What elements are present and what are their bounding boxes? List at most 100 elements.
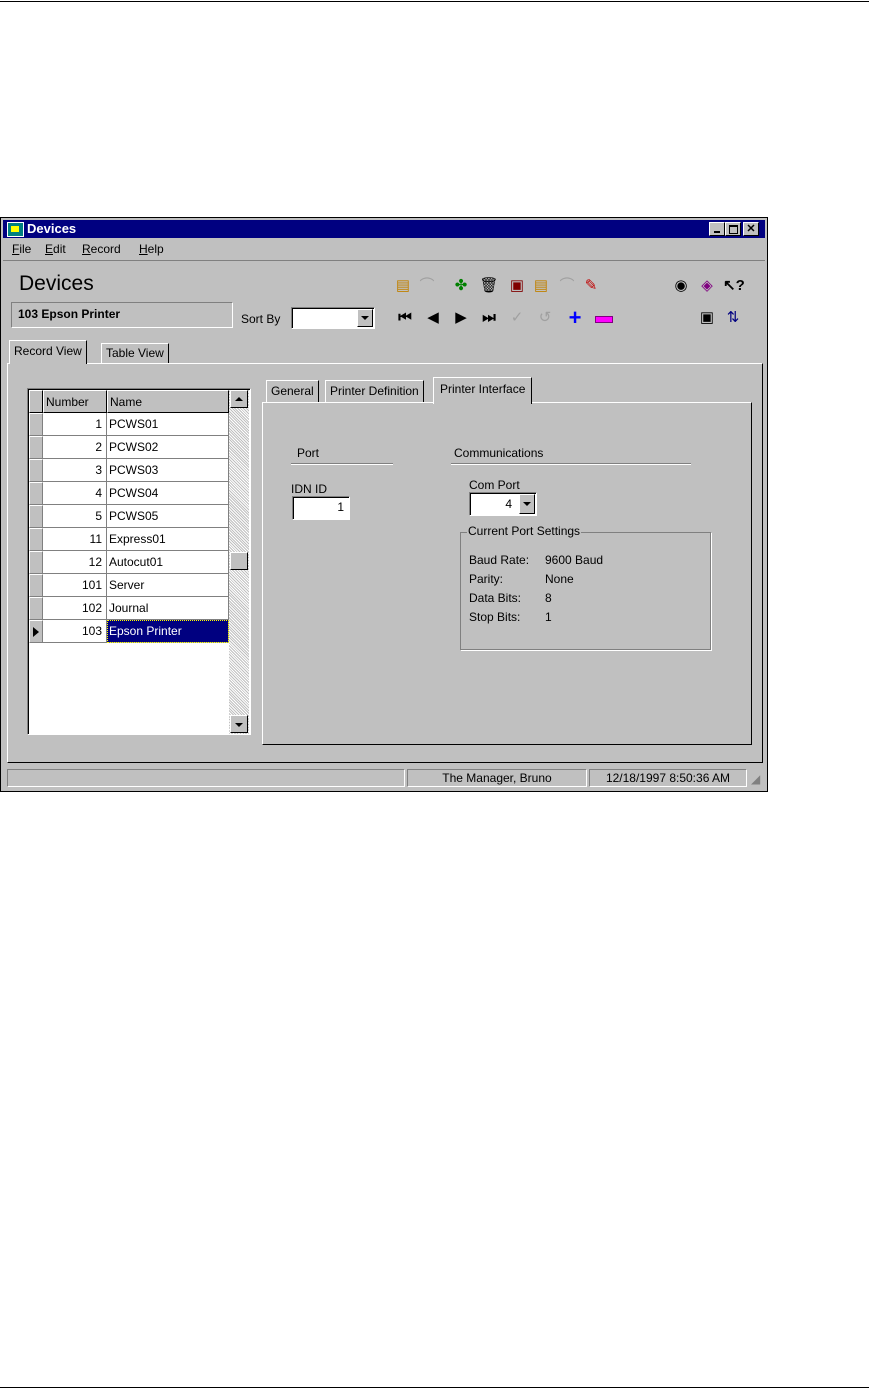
scroll-up-icon (235, 397, 243, 401)
add-record-icon[interactable]: + (565, 307, 585, 329)
row-selector[interactable] (29, 528, 43, 551)
cell-number[interactable]: 1 (43, 413, 107, 436)
menu-help[interactable]: Help (139, 242, 164, 256)
scroll-thumb[interactable] (230, 552, 248, 570)
column-header-number[interactable]: Number (43, 390, 107, 413)
undo-edit-icon[interactable]: ⌒ (557, 276, 577, 296)
top-page-rule (0, 1, 869, 2)
cell-number[interactable]: 103 (43, 620, 107, 643)
sort-by-dropdown-button[interactable] (357, 309, 373, 327)
idn-id-label: IDN ID (291, 482, 327, 496)
row-selector[interactable] (29, 436, 43, 459)
tab-record-view[interactable]: Record View (9, 340, 87, 364)
screen-icon[interactable]: ▣ (697, 308, 717, 328)
com-port-dropdown-button[interactable] (519, 494, 535, 514)
status-panel-user: The Manager, Bruno (407, 769, 587, 787)
row-selector[interactable] (29, 413, 43, 436)
remove-bar (595, 316, 613, 323)
column-header-name[interactable]: Name (107, 390, 229, 413)
current-row-arrow-icon (33, 627, 39, 637)
resize-grip-icon[interactable]: ◢ (751, 773, 763, 785)
menu-edit[interactable]: Edit (45, 242, 66, 256)
first-record-icon[interactable]: ⏮ (395, 308, 415, 328)
cell-name[interactable]: PCWS05 (107, 505, 229, 528)
communications-section-label: Communications (454, 446, 544, 460)
scroll-up-button[interactable] (230, 390, 248, 408)
cell-number[interactable]: 5 (43, 505, 107, 528)
minimize-icon (714, 231, 720, 233)
app-icon (7, 222, 24, 237)
new-record-icon[interactable]: ▤ (393, 276, 413, 296)
cell-number[interactable]: 11 (43, 528, 107, 551)
cell-name[interactable]: Autocut01 (107, 551, 229, 574)
cell-number[interactable]: 101 (43, 574, 107, 597)
next-record-icon[interactable]: ▶ (451, 308, 471, 328)
status-panel-datetime: 12/18/1997 8:50:36 AM (589, 769, 747, 787)
menu-file[interactable]: File (12, 242, 31, 256)
idn-id-input[interactable]: 1 (292, 496, 350, 520)
minimize-button[interactable] (709, 222, 725, 236)
cell-name[interactable]: Journal (107, 597, 229, 620)
row-selector[interactable] (29, 551, 43, 574)
tab-printer-interface[interactable]: Printer Interface (433, 377, 533, 404)
row-selector[interactable] (29, 505, 43, 528)
cell-number[interactable]: 12 (43, 551, 107, 574)
paste-record-icon[interactable]: ▤ (531, 276, 551, 296)
status-panel-message (7, 769, 405, 787)
help-pointer-icon[interactable]: ↖? (723, 276, 745, 296)
cell-name[interactable]: Epson Printer (107, 620, 229, 643)
remove-record-icon[interactable] (593, 308, 613, 328)
cell-name[interactable]: PCWS01 (107, 413, 229, 436)
stop-bits-value: 1 (545, 610, 552, 624)
row-selector[interactable] (29, 459, 43, 482)
clipboard-icon[interactable]: ▣ (507, 276, 527, 296)
last-record-icon[interactable]: ⏭ (479, 308, 499, 328)
cell-number[interactable]: 3 (43, 459, 107, 482)
close-button[interactable]: ✕ (743, 222, 759, 236)
sort-by-label: Sort By (241, 312, 281, 326)
maximize-icon (729, 225, 738, 234)
cell-number[interactable]: 2 (43, 436, 107, 459)
title-bar[interactable]: Devices ✕ (3, 220, 765, 238)
menu-record[interactable]: Record (82, 242, 121, 256)
current-record-box: 103 Epson Printer (11, 302, 233, 328)
scroll-down-button[interactable] (230, 715, 248, 733)
maximize-button[interactable] (725, 222, 741, 236)
edit-pen-icon[interactable]: ✎ (581, 276, 601, 296)
cell-number[interactable]: 102 (43, 597, 107, 620)
find-replace-icon[interactable]: ✤ (451, 276, 471, 296)
row-selector[interactable] (29, 620, 43, 643)
tab-table-view[interactable]: Table View (101, 343, 169, 363)
cell-name[interactable]: Server (107, 574, 229, 597)
copy-record-icon[interactable]: ⌒ (417, 276, 437, 296)
baud-rate-value: 9600 Baud (545, 553, 604, 567)
cell-name[interactable]: Express01 (107, 528, 229, 551)
sort-by-select[interactable] (291, 307, 375, 329)
parity-value: None (545, 572, 574, 586)
current-record-label: 103 Epson Printer (18, 307, 121, 321)
cell-name[interactable]: PCWS03 (107, 459, 229, 482)
menu-bar: File Edit Record Help (3, 240, 765, 258)
undo-icon[interactable]: ↺ (535, 308, 555, 328)
cell-name[interactable]: PCWS02 (107, 436, 229, 459)
refresh-icon[interactable]: ⇅ (723, 308, 743, 328)
tab-general[interactable]: General (266, 380, 319, 402)
book-icon[interactable]: ◈ (697, 276, 717, 296)
com-port-select[interactable]: 4 (469, 492, 537, 516)
cell-number[interactable]: 4 (43, 482, 107, 505)
delete-trash-icon[interactable]: 🗑 (479, 276, 499, 296)
bottom-page-rule (0, 1387, 869, 1388)
previous-record-icon[interactable]: ◀ (423, 308, 443, 328)
cell-name[interactable]: PCWS04 (107, 482, 229, 505)
row-selector[interactable] (29, 597, 43, 620)
tab-printer-definition[interactable]: Printer Definition (325, 380, 424, 402)
row-selector[interactable] (29, 574, 43, 597)
data-bits-value: 8 (545, 591, 552, 605)
scroll-down-icon (235, 723, 243, 727)
save-check-icon[interactable]: ✓ (507, 308, 527, 328)
row-selector[interactable] (29, 482, 43, 505)
communications-separator (451, 463, 691, 465)
chevron-down-icon (523, 502, 531, 506)
port-separator (291, 463, 393, 465)
binoculars-icon[interactable]: ◉ (671, 276, 691, 296)
